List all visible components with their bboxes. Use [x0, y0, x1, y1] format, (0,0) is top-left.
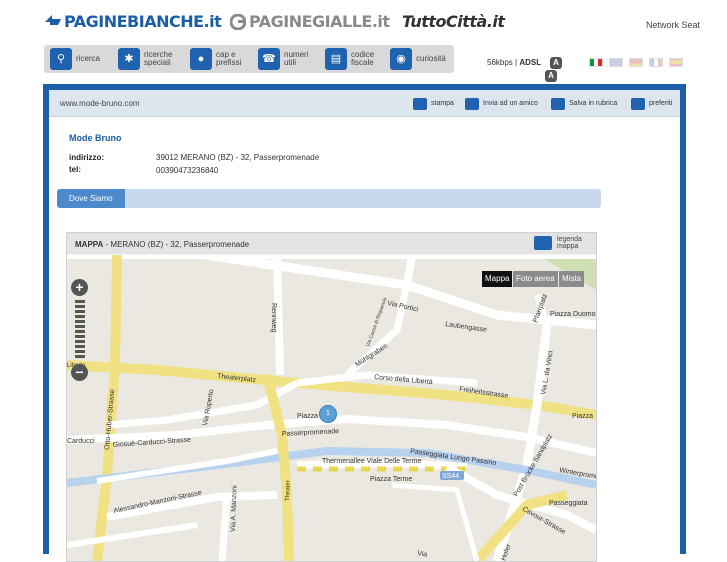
accessibility-badge-alt[interactable]: A — [545, 70, 557, 82]
zoom-in-icon[interactable]: + — [71, 279, 88, 296]
nav-ricerca[interactable]: ⚲ ricerca — [50, 48, 100, 70]
paginegialle-logo[interactable]: PAGINEGIALLE.it — [229, 12, 390, 31]
svg-text:Piazza Duomo: Piazza Duomo — [550, 311, 596, 318]
nav-cap-prefissi[interactable]: ● cap e prefissi — [190, 48, 241, 70]
tuttocitta-logo[interactable]: TuttoCittà.it — [402, 12, 505, 31]
flag-de-icon[interactable] — [629, 58, 643, 67]
location-marker[interactable]: 1 — [319, 405, 337, 423]
map-panel: MAPPA - MERANO (BZ) - 32, Passerpromenad… — [66, 232, 597, 562]
address-label: indirizzo: — [69, 153, 105, 162]
accessibility-badge[interactable]: A — [550, 57, 562, 69]
map-zoom-control: + − — [71, 279, 89, 389]
network-link[interactable]: Network Seat — [646, 20, 700, 30]
nav-label: cap e prefissi — [216, 50, 242, 67]
svg-text:Thermenallee Viale Delle Terme: Thermenallee Viale Delle Terme — [322, 458, 421, 465]
svg-text:Theater: Theater — [285, 480, 292, 501]
speed-adsl[interactable]: ADSL — [519, 58, 541, 67]
phone-icon: ☎ — [258, 48, 280, 70]
business-name: Mode Bruno — [69, 133, 122, 143]
nav-label: ricerche speciali — [144, 50, 173, 67]
send-friend-button[interactable]: Invia ad un amico — [465, 96, 538, 111]
map-header: MAPPA - MERANO (BZ) - 32, Passerpromenad… — [67, 233, 596, 254]
globe-icon: ● — [190, 48, 212, 70]
flag-en-icon[interactable] — [609, 58, 623, 67]
print-icon — [413, 97, 427, 110]
nav-label: codice fiscale — [351, 50, 375, 67]
card-icon: ▤ — [325, 48, 347, 70]
speed-56kbps[interactable]: 56kbps — [487, 58, 513, 67]
nav-numeri-utili[interactable]: ☎ numeri utili — [258, 48, 308, 70]
map-type-foto-aerea[interactable]: Foto aerea — [513, 271, 558, 287]
print-button[interactable]: stampa — [413, 96, 454, 111]
connection-speed: 56kbps | ADSL — [487, 58, 542, 67]
map-title: MAPPA - MERANO (BZ) - 32, Passerpromenad… — [75, 240, 250, 249]
nav-codice-fiscale[interactable]: ▤ codice fiscale — [325, 48, 374, 70]
folder-icon — [551, 97, 565, 110]
site-header: PAGINEBIANCHE.it PAGINEGIALLE.it TuttoCi… — [0, 0, 727, 44]
tel-label: tel: — [69, 165, 81, 174]
zoom-slider[interactable] — [75, 300, 85, 360]
language-flags — [589, 58, 683, 67]
map-type-mista[interactable]: Mista — [559, 271, 585, 287]
svg-text:Carducci: Carducci — [67, 438, 95, 445]
svg-text:SS44: SS44 — [442, 473, 459, 480]
main-navigation: ⚲ ricerca ✱ ricerche speciali ● cap e pr… — [44, 45, 454, 73]
flag-fr-icon[interactable] — [649, 58, 663, 67]
svg-text:Passeggiata: Passeggiata — [549, 500, 588, 507]
zoom-out-icon[interactable]: − — [71, 364, 88, 381]
map-legend-button[interactable]: legenda mappa — [534, 236, 582, 250]
street-map[interactable]: Via Portici Laubengasse Piazza Duomo Ren… — [67, 255, 596, 561]
star-icon — [631, 97, 645, 110]
puzzle-icon: ✱ — [118, 48, 140, 70]
svg-text:Piazza Terme: Piazza Terme — [370, 476, 412, 483]
svg-text:Rennweg: Rennweg — [270, 303, 277, 333]
paginebianche-logo[interactable]: PAGINEBIANCHE.it — [44, 12, 222, 31]
nav-curiosita[interactable]: ◉ curiosità — [390, 48, 446, 70]
save-contacts-button[interactable]: Salva in rubrica — [551, 96, 617, 111]
listing-toolbar: www.mode-bruno.com stampa Invia ad un am… — [49, 90, 680, 117]
tel-value: 00390473236840 — [156, 166, 219, 175]
flag-es-icon[interactable] — [669, 58, 683, 67]
mail-icon — [465, 97, 479, 110]
location-tabbar: Dove Siamo — [57, 189, 601, 208]
legend-icon — [534, 236, 552, 250]
map-type-mappa[interactable]: Mappa — [482, 271, 513, 287]
nav-label: numeri utili — [284, 50, 309, 67]
website-link[interactable]: www.mode-bruno.com — [60, 99, 140, 108]
tab-dove-siamo[interactable]: Dove Siamo — [57, 189, 125, 208]
paginebianche-arrow-icon — [45, 15, 61, 25]
svg-text:Piazza: Piazza — [572, 413, 593, 420]
nav-label: ricerca — [76, 54, 101, 63]
svg-text:Piazza: Piazza — [297, 413, 318, 420]
search-icon: ⚲ — [50, 48, 72, 70]
paginegialle-g-icon — [229, 13, 247, 31]
listing-frame: www.mode-bruno.com stampa Invia ad un am… — [43, 84, 686, 562]
favorites-button[interactable]: preferiti — [631, 96, 672, 111]
flag-it-icon[interactable] — [589, 58, 603, 67]
nav-ricerche-speciali[interactable]: ✱ ricerche speciali — [118, 48, 172, 70]
address-value: 39012 MERANO (BZ) - 32, Passerpromenade — [156, 153, 320, 162]
bulb-icon: ◉ — [390, 48, 412, 70]
nav-label: curiosità — [416, 54, 446, 63]
